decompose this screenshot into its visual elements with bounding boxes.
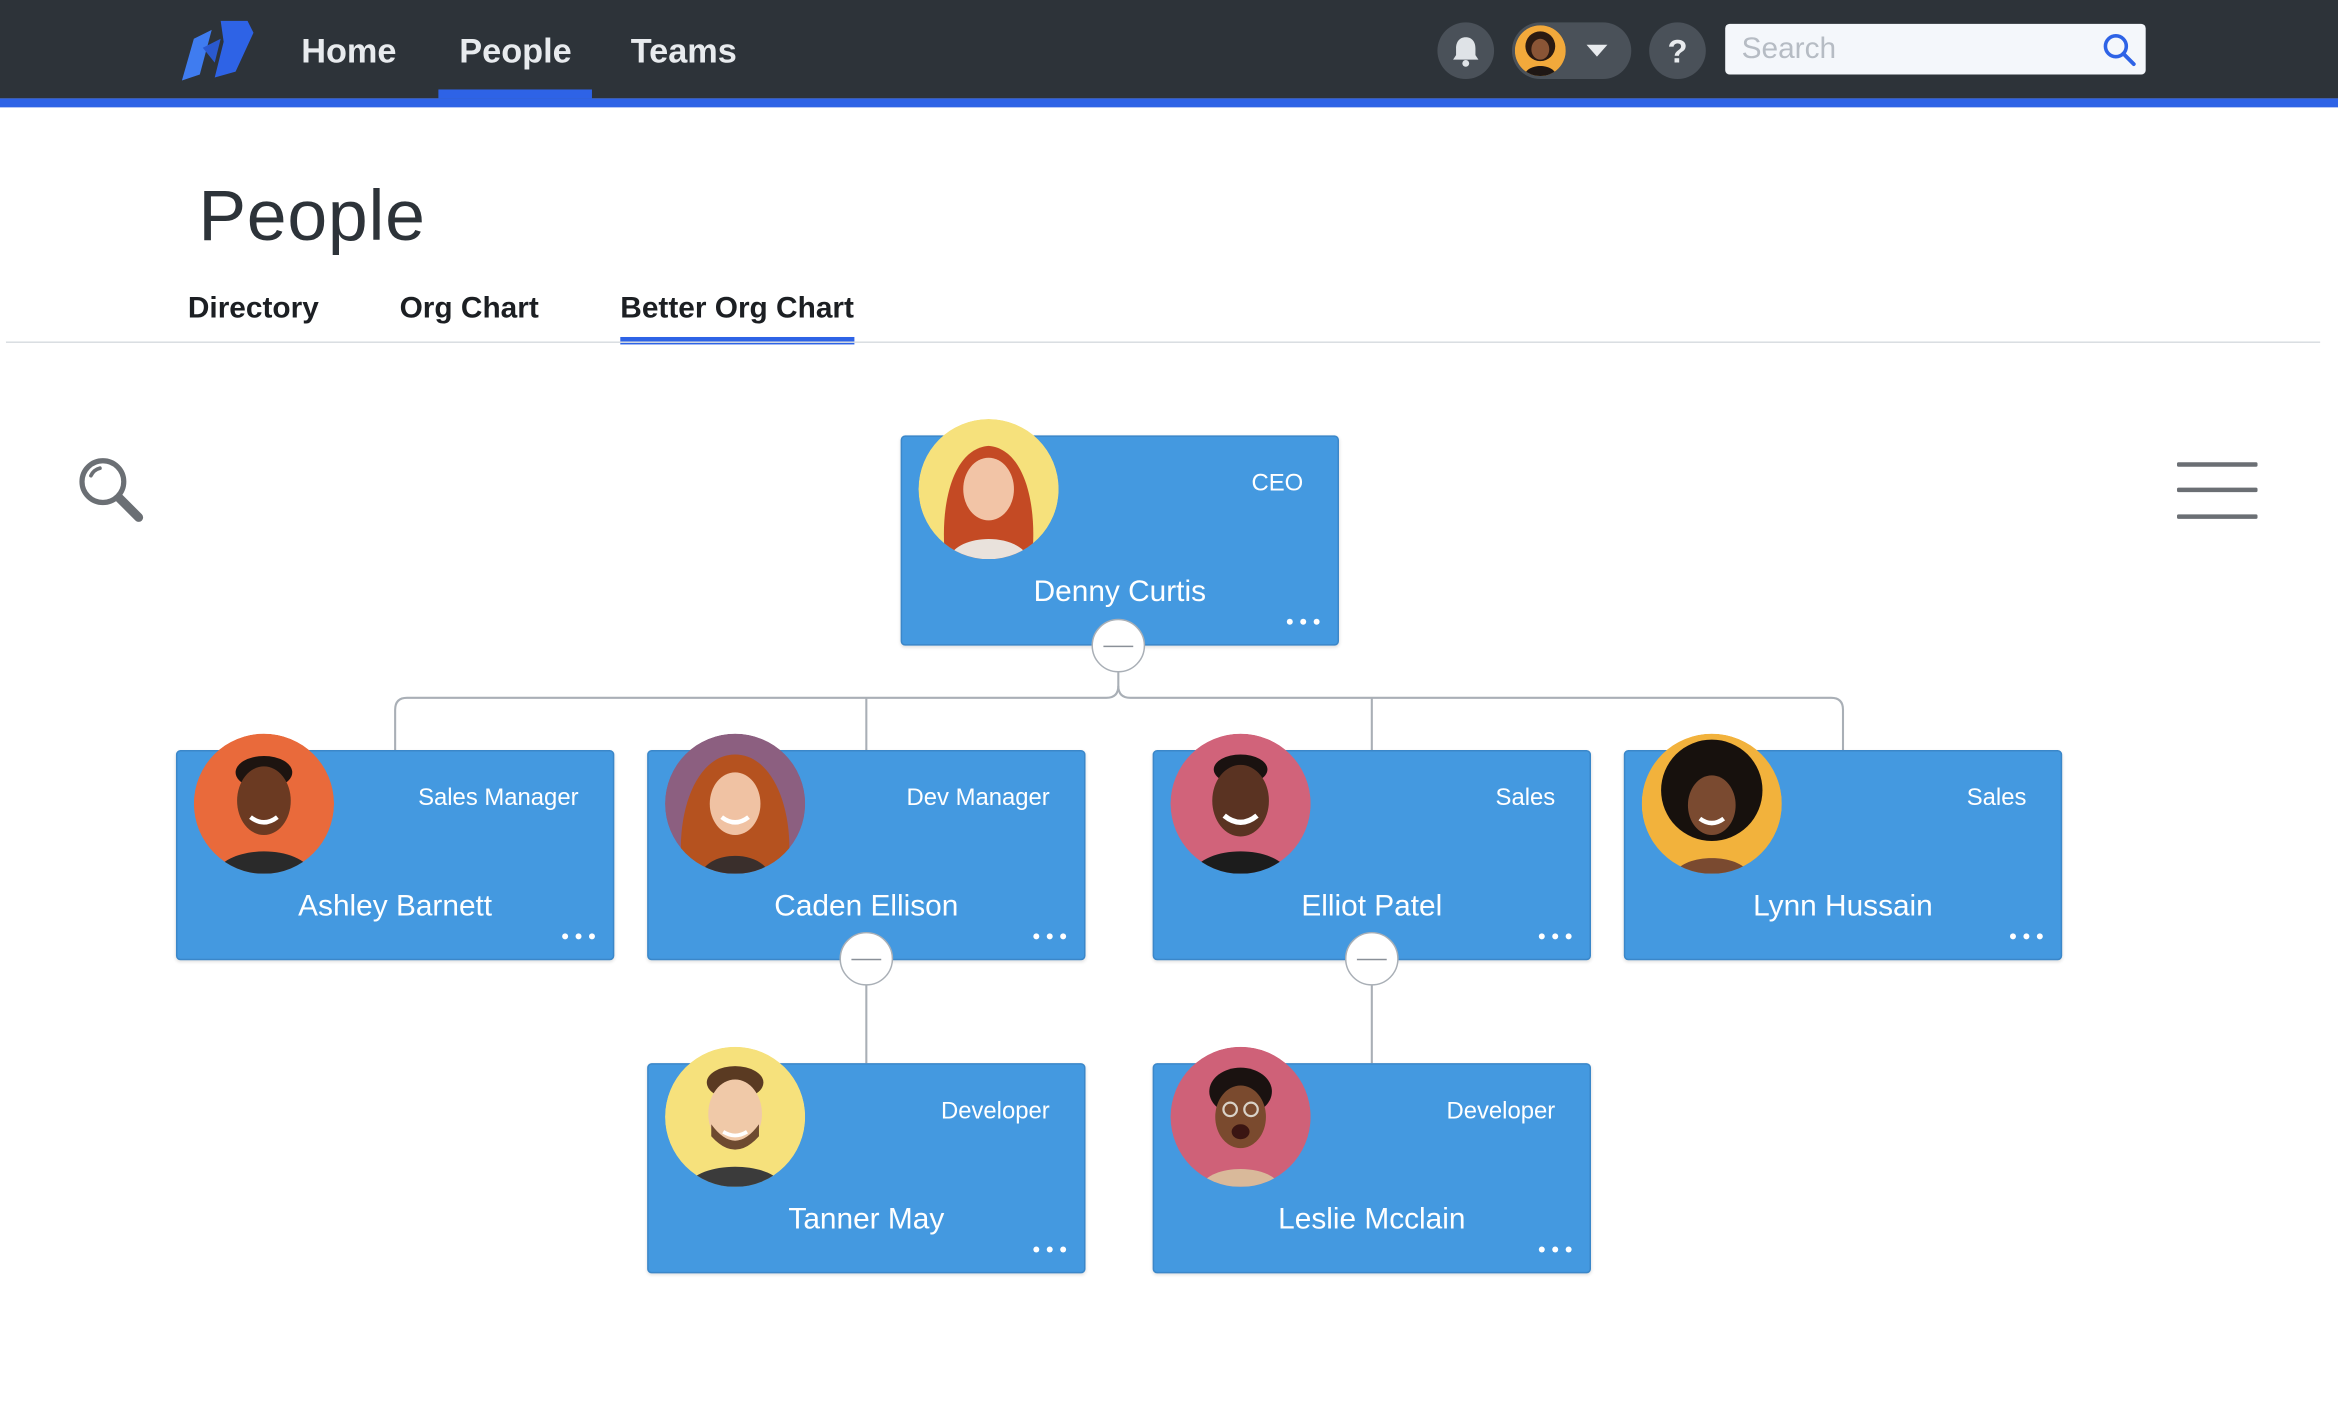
- org-card-ceo[interactable]: CEO Denny Curtis: [900, 418, 1340, 646]
- nav-home[interactable]: Home: [301, 0, 396, 98]
- user-menu-button[interactable]: [1511, 22, 1632, 80]
- tab-directory[interactable]: Directory: [188, 292, 319, 346]
- person-name: Lynn Hussain: [1753, 890, 1933, 923]
- nav-accent-line: [0, 98, 2338, 108]
- page-title: People: [198, 177, 426, 257]
- search-box: [1725, 23, 2146, 75]
- nav-people[interactable]: People: [438, 0, 594, 99]
- top-nav-bar: Home People Teams ?: [0, 0, 2338, 99]
- more-options-icon[interactable]: [1027, 926, 1072, 947]
- tab-org-chart[interactable]: Org Chart: [400, 292, 539, 346]
- role-label: Dev Manager: [906, 785, 1050, 812]
- org-card-caden-ellison[interactable]: Dev Manager Caden Ellison: [647, 733, 1086, 961]
- org-card-ashley-barnett[interactable]: Sales Manager Ashley Barnett: [175, 733, 615, 961]
- avatar: [1170, 733, 1311, 874]
- org-card-lynn-hussain[interactable]: Sales Lynn Hussain: [1623, 733, 2063, 961]
- avatar: [918, 418, 1059, 560]
- org-card-elliot-patel[interactable]: Sales Elliot Patel: [1152, 733, 1592, 961]
- nav-teams[interactable]: Teams: [631, 0, 737, 98]
- search-icon[interactable]: [2101, 31, 2137, 67]
- help-icon: ?: [1667, 32, 1688, 71]
- chevron-down-icon: [1586, 44, 1608, 57]
- notifications-button[interactable]: [1437, 22, 1495, 80]
- person-name: Ashley Barnett: [298, 890, 493, 923]
- bell-icon: [1453, 37, 1479, 67]
- collapse-toggle[interactable]: [1344, 931, 1399, 986]
- avatar: [1641, 733, 1782, 874]
- collapse-toggle[interactable]: [1091, 618, 1146, 673]
- person-name: Denny Curtis: [1033, 575, 1206, 609]
- more-options-icon[interactable]: [556, 926, 601, 947]
- person-name: Elliot Patel: [1301, 890, 1443, 923]
- role-label: Developer: [940, 1098, 1050, 1125]
- role-label: Sales: [1495, 785, 1556, 812]
- tab-divider: [5, 341, 2321, 343]
- role-label: Sales Manager: [418, 785, 579, 812]
- collapse-toggle[interactable]: [839, 931, 894, 986]
- person-name: Caden Ellison: [774, 890, 959, 923]
- more-options-icon[interactable]: [1027, 1239, 1072, 1260]
- hamburger-menu-icon[interactable]: [2174, 456, 2260, 528]
- magnifier-icon[interactable]: [75, 453, 147, 525]
- avatar: [1170, 1046, 1311, 1187]
- more-options-icon[interactable]: [2004, 926, 2049, 947]
- org-card-tanner-may[interactable]: Developer Tanner May: [647, 1046, 1086, 1274]
- role-label: Developer: [1446, 1098, 1556, 1125]
- org-card-leslie-mcclain[interactable]: Developer Leslie Mcclain: [1152, 1046, 1592, 1274]
- person-name: Tanner May: [788, 1203, 945, 1237]
- more-options-icon[interactable]: [1281, 611, 1326, 632]
- role-label: CEO: [1251, 471, 1304, 497]
- app-root: Home People Teams ? Search People Direct…: [0, 0, 2338, 1417]
- help-button[interactable]: ?: [1649, 22, 1706, 80]
- avatar: [665, 1046, 806, 1187]
- more-options-icon[interactable]: [1533, 1239, 1578, 1260]
- avatar: [665, 733, 806, 874]
- person-name: Leslie Mcclain: [1278, 1203, 1466, 1237]
- search-input[interactable]: [1725, 23, 2084, 75]
- role-label: Sales: [1966, 785, 2027, 812]
- brand-logo-icon[interactable]: [181, 18, 254, 81]
- more-options-icon[interactable]: [1533, 926, 1578, 947]
- user-avatar: [1514, 25, 1566, 77]
- avatar: [193, 733, 335, 874]
- tab-better-org-chart[interactable]: Better Org Chart: [620, 292, 854, 346]
